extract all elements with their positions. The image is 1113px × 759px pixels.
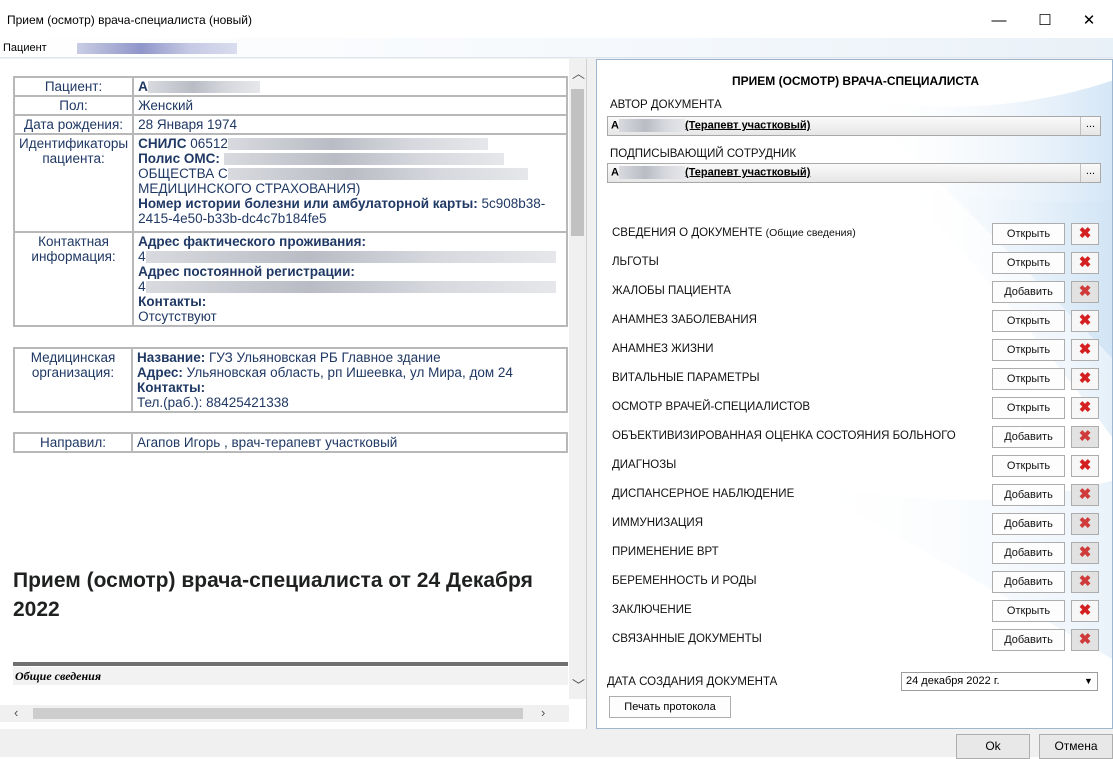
open-section-button[interactable]: Открыть — [992, 310, 1065, 332]
signer-picker-button[interactable]: ... — [1080, 164, 1100, 182]
document-preview[interactable]: Пациент: А Пол: Женский Дата рождения: 2… — [0, 59, 587, 729]
dob-label: Дата рождения: — [12, 114, 135, 135]
section-row-label: ОБЪЕКТИВИЗИРОВАННАЯ ОЦЕНКА СОСТОЯНИЯ БОЛ… — [612, 430, 956, 442]
open-section-button[interactable]: Открыть — [992, 223, 1065, 245]
sex-value: Женский — [132, 95, 568, 116]
add-section-button[interactable]: Добавить — [992, 281, 1065, 303]
section-row-label: ДИСПАНСЕРНОЕ НАБЛЮДЕНИЕ — [612, 488, 795, 500]
open-section-button[interactable]: Открыть — [992, 397, 1065, 419]
scroll-right-icon[interactable]: › — [541, 705, 545, 720]
open-section-button[interactable]: Открыть — [992, 600, 1065, 622]
delete-icon[interactable]: ✖ — [1071, 629, 1099, 651]
patient-name: А — [132, 76, 568, 97]
section-row-label: ИММУНИЗАЦИЯ — [612, 517, 703, 529]
close-button[interactable]: ✕ — [1066, 6, 1112, 34]
scroll-up-icon[interactable]: ︿ — [572, 63, 585, 82]
delete-icon[interactable]: ✖ — [1071, 542, 1099, 564]
cancel-button[interactable]: Отмена — [1039, 734, 1113, 759]
ok-button[interactable]: Ok — [956, 734, 1030, 759]
maximize-button[interactable]: ☐ — [1022, 6, 1068, 34]
delete-icon[interactable]: ✖ — [1071, 571, 1099, 593]
vertical-scrollbar[interactable]: ︿ ﹀ — [569, 59, 586, 699]
open-section-button[interactable]: Открыть — [992, 252, 1065, 274]
referral-label: Направил: — [13, 432, 133, 453]
referral-value: Агапов Игорь , врач-терапевт участковый — [131, 432, 568, 453]
ids-label: Идентификаторы пациента: — [12, 133, 135, 233]
scroll-left-icon[interactable]: ‹ — [14, 705, 18, 720]
section-title: Общие сведения — [13, 667, 568, 685]
menu-patient[interactable]: Пациент — [3, 42, 47, 54]
dialog-footer: Ok Отмена — [0, 730, 1113, 759]
org-value: Название: ГУЗ Ульяновская РБ Главное зда… — [131, 347, 568, 413]
section-row-label: ДИАГНОЗЫ — [612, 459, 677, 471]
date-select[interactable]: 24 декабря 2022 г. ▼ — [901, 672, 1098, 691]
section-row-label: СВЕДЕНИЯ О ДОКУМЕНТЕ (Общие сведения) — [612, 227, 856, 239]
add-section-button[interactable]: Добавить — [992, 542, 1065, 564]
add-section-button[interactable]: Добавить — [992, 426, 1065, 448]
delete-icon[interactable]: ✖ — [1071, 281, 1099, 303]
panel-title: ПРИЕМ (ОСМОТР) ВРАЧА-СПЕЦИАЛИСТА — [731, 74, 980, 88]
section-row-label: ЛЬГОТЫ — [612, 256, 659, 268]
dob-value: 28 Января 1974 — [132, 114, 568, 135]
delete-icon[interactable]: ✖ — [1071, 368, 1099, 390]
delete-icon[interactable]: ✖ — [1071, 397, 1099, 419]
contact-label: Контактная информация: — [12, 231, 135, 327]
menu-bar: Пациент — [0, 38, 1113, 58]
chevron-down-icon[interactable]: ▼ — [1081, 674, 1096, 689]
open-section-button[interactable]: Открыть — [992, 339, 1065, 361]
org-label: Медицинская организация: — [13, 347, 133, 413]
author-label: АВТОР ДОКУМЕНТА — [610, 99, 722, 111]
delete-icon[interactable]: ✖ — [1071, 600, 1099, 622]
delete-icon[interactable]: ✖ — [1071, 310, 1099, 332]
section-row-label: ПРИМЕНЕНИЕ ВРТ — [612, 546, 719, 558]
section-row-label: ЗАКЛЮЧЕНИЕ — [612, 604, 692, 616]
delete-icon[interactable]: ✖ — [1071, 252, 1099, 274]
sex-label: Пол: — [12, 95, 135, 116]
delete-icon[interactable]: ✖ — [1071, 455, 1099, 477]
author-field[interactable]: А (Терапевт участковый) ... — [607, 116, 1101, 136]
patient-label: Пациент: — [12, 76, 135, 97]
add-section-button[interactable]: Добавить — [992, 629, 1065, 651]
section-row-label: АНАМНЕЗ ЖИЗНИ — [612, 343, 714, 355]
open-section-button[interactable]: Открыть — [992, 455, 1065, 477]
open-section-button[interactable]: Открыть — [992, 368, 1065, 390]
author-picker-button[interactable]: ... — [1080, 117, 1100, 135]
print-protocol-button[interactable]: Печать протокола — [609, 696, 731, 718]
ids-value: СНИЛС 06512 Полис ОМС: ОБЩЕСТВА С МЕДИЦИ… — [132, 133, 568, 233]
add-section-button[interactable]: Добавить — [992, 484, 1065, 506]
section-row-label: ОСМОТР ВРАЧЕЙ-СПЕЦИАЛИСТОВ — [612, 401, 811, 413]
section-row-label: АНАМНЕЗ ЗАБОЛЕВАНИЯ — [612, 314, 757, 326]
patient-info: Пациент: А Пол: Женский Дата рождения: 2… — [12, 76, 568, 453]
horizontal-scroll-thumb[interactable] — [33, 708, 523, 719]
signer-field[interactable]: А (Терапевт участковый) ... — [607, 163, 1101, 183]
dialog-window: Прием (осмотр) врача-специалиста (новый)… — [0, 0, 1113, 759]
section-row-label: ЖАЛОБЫ ПАЦИЕНТА — [612, 285, 731, 297]
section-divider — [13, 662, 568, 666]
add-section-button[interactable]: Добавить — [992, 571, 1065, 593]
minimize-button[interactable]: — — [976, 6, 1022, 34]
document-heading: Прием (осмотр) врача-специалиста от 24 Д… — [13, 569, 533, 621]
contact-value: Адрес фактического проживания: 4 Адрес п… — [132, 231, 568, 327]
title-bar: Прием (осмотр) врача-специалиста (новый)… — [0, 0, 1113, 38]
window-title: Прием (осмотр) врача-специалиста (новый) — [7, 13, 252, 27]
delete-icon[interactable]: ✖ — [1071, 223, 1099, 245]
section-row-label: БЕРЕМЕННОСТЬ И РОДЫ — [612, 575, 757, 587]
vertical-scroll-thumb[interactable] — [571, 89, 584, 236]
section-row-label: ВИТАЛЬНЫЕ ПАРАМЕТРЫ — [612, 372, 760, 384]
signer-label: ПОДПИСЫВАЮЩИЙ СОТРУДНИК — [610, 148, 797, 160]
delete-icon[interactable]: ✖ — [1071, 484, 1099, 506]
patient-table: Пациент: А Пол: Женский Дата рождения: 2… — [12, 76, 568, 327]
referral-table: Направил: Агапов Игорь , врач-терапевт у… — [13, 432, 568, 453]
document-sections-panel: ПРИЕМ (ОСМОТР) ВРАЧА-СПЕЦИАЛИСТА АВТОР Д… — [596, 59, 1113, 729]
scroll-down-icon[interactable]: ﹀ — [572, 675, 585, 694]
add-section-button[interactable]: Добавить — [992, 513, 1065, 535]
delete-icon[interactable]: ✖ — [1071, 339, 1099, 361]
patient-name-redacted — [77, 42, 237, 54]
section-row-label: СВЯЗАННЫЕ ДОКУМЕНТЫ — [612, 633, 762, 645]
delete-icon[interactable]: ✖ — [1071, 513, 1099, 535]
delete-icon[interactable]: ✖ — [1071, 426, 1099, 448]
organization-table: Медицинская организация: Название: ГУЗ У… — [13, 347, 568, 413]
horizontal-scrollbar[interactable]: ‹ › — [0, 705, 569, 722]
date-label: ДАТА СОЗДАНИЯ ДОКУМЕНТА — [607, 676, 778, 688]
